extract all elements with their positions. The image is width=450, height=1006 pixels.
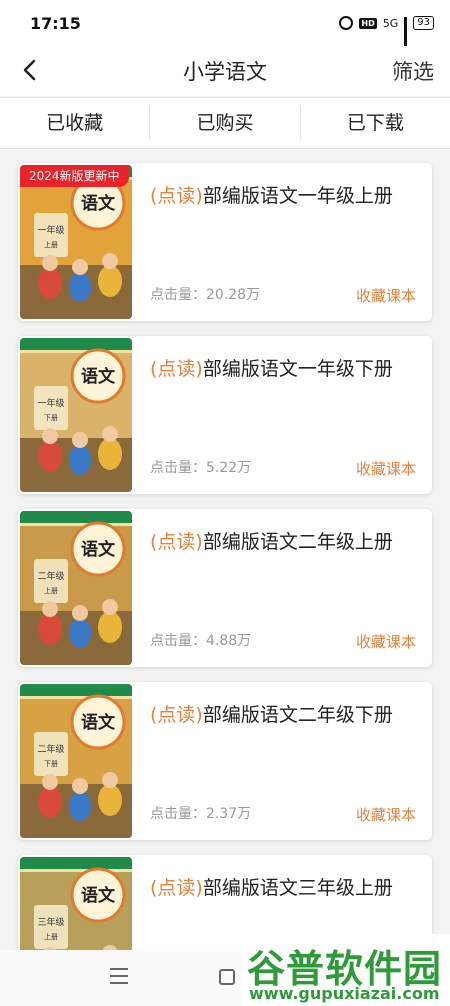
- click-count: 点击量：4.88万: [150, 633, 252, 649]
- book-title-text: 部编版语文三年级上册: [202, 877, 393, 899]
- svg-text:三年级: 三年级: [37, 916, 64, 928]
- svg-text:语文: 语文: [81, 539, 116, 560]
- book-title: (点读)部编版语文二年级下册: [150, 700, 393, 727]
- status-time: 17:15: [30, 13, 81, 33]
- watermark: 谷普软件园 www.gupuxiazai.com: [243, 934, 450, 1006]
- hd-icon: HD: [359, 17, 377, 29]
- svg-text:语文: 语文: [81, 366, 116, 387]
- book-card[interactable]: 语文 一年级 上册 2024新版更新中 (点读)部编版语文一年级上册 点击量：20.28万…: [18, 163, 432, 321]
- book-cover: 语文二年级上册: [20, 511, 132, 665]
- book-cover: 语文 一年级 上册 2024新版更新中: [20, 165, 132, 319]
- svg-text:上册: 上册: [44, 586, 58, 595]
- tab-purchased[interactable]: 已购买: [149, 106, 299, 140]
- book-card[interactable]: 语文二年级下册 (点读)部编版语文二年级下册点击量：2.37万 收藏课本: [18, 682, 432, 840]
- book-title-prefix: (点读): [150, 185, 203, 207]
- click-count: 点击量：20.28万: [150, 287, 261, 303]
- signal-icon: [404, 16, 408, 51]
- svg-text:上册: 上册: [44, 932, 58, 941]
- book-title: (点读)部编版语文一年级上册: [150, 181, 393, 208]
- book-title-text: 部编版语文一年级下册: [202, 358, 393, 380]
- book-title: (点读)部编版语文二年级上册: [150, 527, 393, 554]
- book-card[interactable]: 语文二年级上册 (点读)部编版语文二年级上册点击量：4.88万 收藏课本: [18, 509, 432, 667]
- nav-bar: 小学语文 筛选: [0, 46, 450, 96]
- book-cover-image: 语文一年级上册: [20, 165, 132, 319]
- svg-text:二年级: 二年级: [37, 743, 64, 755]
- book-cover-image: 语文一年级下册: [20, 338, 132, 492]
- book-title: (点读)部编版语文三年级上册: [150, 873, 393, 900]
- update-badge: 2024新版更新中: [20, 165, 129, 187]
- book-title-text: 部编版语文二年级下册: [202, 704, 393, 726]
- svg-text:一年级: 一年级: [37, 397, 64, 409]
- filter-button[interactable]: 筛选: [392, 56, 434, 86]
- book-cover-image: 语文二年级下册: [20, 684, 132, 838]
- watermark-url: www.gupuxiazai.com: [249, 984, 440, 1003]
- book-cover-image: 语文二年级上册: [20, 511, 132, 665]
- status-icons: HD 5G 93: [339, 16, 434, 51]
- home-icon[interactable]: [219, 969, 235, 985]
- svg-text:语文: 语文: [81, 885, 116, 906]
- favorite-button[interactable]: 收藏课本: [356, 631, 416, 652]
- book-card[interactable]: 语文一年级下册 (点读)部编版语文一年级下册点击量：5.22万 收藏课本: [18, 336, 432, 494]
- page-title: 小学语文: [183, 60, 267, 84]
- book-title-prefix: (点读): [150, 877, 203, 899]
- svg-text:二年级: 二年级: [37, 570, 64, 582]
- book-title-text: 部编版语文二年级上册: [202, 531, 393, 553]
- tab-downloaded[interactable]: 已下载: [299, 106, 450, 140]
- menu-icon[interactable]: [110, 968, 128, 986]
- book-title-text: 部编版语文一年级上册: [202, 185, 393, 207]
- svg-text:下册: 下册: [44, 414, 58, 422]
- click-count: 点击量：5.22万: [150, 460, 252, 476]
- svg-text:下册: 下册: [44, 760, 58, 768]
- favorite-button[interactable]: 收藏课本: [356, 804, 416, 825]
- tab-bar: 已收藏 已购买 已下载: [0, 97, 450, 149]
- network-label: 5G: [382, 16, 399, 30]
- svg-text:一年级: 一年级: [37, 224, 64, 236]
- alarm-icon: [339, 16, 354, 30]
- favorite-button[interactable]: 收藏课本: [356, 458, 416, 479]
- book-title-prefix: (点读): [150, 531, 203, 553]
- svg-text:语文: 语文: [81, 193, 116, 214]
- book-title-prefix: (点读): [150, 358, 203, 380]
- status-bar: 17:15 HD 5G 93: [0, 0, 450, 51]
- book-title-prefix: (点读): [150, 704, 203, 726]
- book-cover: 语文一年级下册: [20, 338, 132, 492]
- svg-text:上册: 上册: [44, 240, 58, 249]
- book-title: (点读)部编版语文一年级下册: [150, 354, 393, 381]
- favorite-button[interactable]: 收藏课本: [356, 285, 416, 306]
- book-cover: 语文二年级下册: [20, 684, 132, 838]
- battery-icon: 93: [413, 16, 434, 30]
- svg-text:语文: 语文: [81, 712, 116, 733]
- tab-favorited[interactable]: 已收藏: [0, 106, 149, 140]
- click-count: 点击量：2.37万: [150, 806, 252, 822]
